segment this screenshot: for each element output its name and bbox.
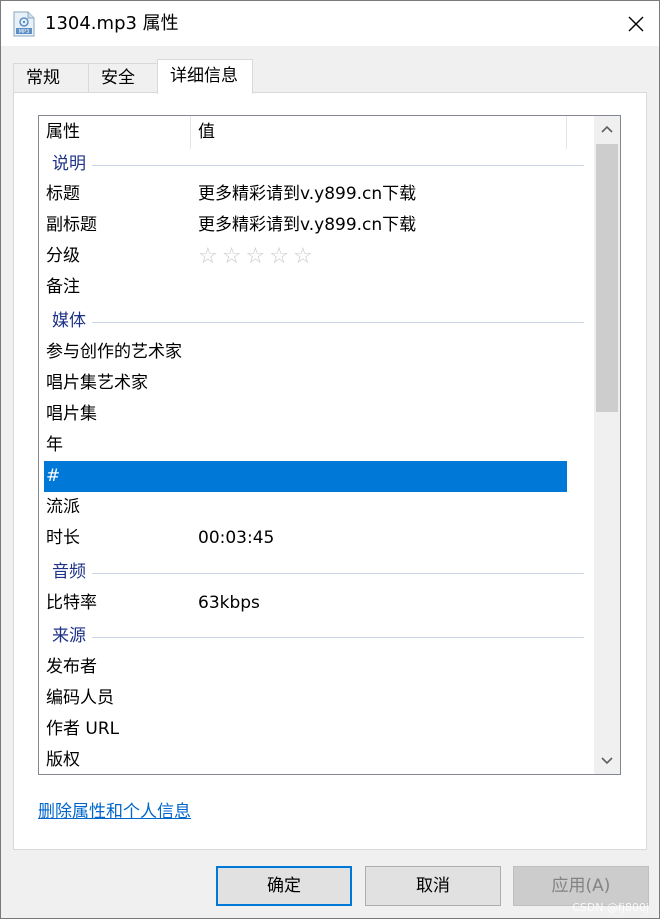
property-value: 00:03:45 [198,528,275,548]
window-title: 1304.mp3 属性 [45,13,179,34]
svg-text:MP3: MP3 [19,29,30,35]
tab-security[interactable]: 安全 [88,63,158,93]
star-icon[interactable]: ☆ [293,241,313,272]
row-author-url[interactable]: 作者 URL [44,714,567,745]
scroll-down-button[interactable] [594,748,620,774]
property-name: 参与创作的艺术家 [46,342,182,362]
star-icon[interactable]: ☆ [245,241,265,272]
group-label: 音频 [52,557,92,588]
row-copyright[interactable]: 版权 [44,745,567,774]
property-name: 备注 [46,277,80,297]
row-publisher[interactable]: 发布者 [44,652,567,683]
property-name: 标题 [46,184,80,204]
group-media[interactable]: 媒体 [44,306,584,337]
remove-properties-link[interactable]: 删除属性和个人信息 [38,797,191,822]
property-name: 分级 [46,246,80,266]
property-name: 年 [46,435,63,455]
group-origin[interactable]: 来源 [44,621,584,652]
chevron-down-icon [601,757,613,765]
row-comments[interactable]: 备注 [44,272,567,303]
rating-stars[interactable]: ☆ ☆ ☆ ☆ ☆ [198,241,313,272]
group-divider [52,637,584,638]
vertical-scrollbar[interactable] [594,116,620,774]
row-rating[interactable]: 分级 ☆ ☆ ☆ ☆ ☆ [44,241,567,272]
property-name: 唱片集 [46,404,97,424]
close-button[interactable] [613,1,659,46]
chevron-up-icon [601,125,613,133]
row-genre[interactable]: 流派 [44,492,567,523]
property-name: 发布者 [46,657,97,677]
row-year[interactable]: 年 [44,430,567,461]
row-title[interactable]: 标题 更多精彩请到v.y899.cn下载 [44,179,567,210]
row-length[interactable]: 时长 00:03:45 [44,523,567,554]
row-encoded-by[interactable]: 编码人员 [44,683,567,714]
group-divider [52,322,584,323]
property-name: 流派 [46,497,80,517]
tab-details[interactable]: 详细信息 [157,59,253,94]
property-value[interactable]: 更多精彩请到v.y899.cn下载 [198,210,416,241]
scroll-up-button[interactable] [594,116,620,142]
cancel-button[interactable]: 取消 [365,866,501,906]
title-bar: MP3 1304.mp3 属性 [1,1,659,46]
star-icon[interactable]: ☆ [222,241,242,272]
star-icon[interactable]: ☆ [269,241,289,272]
mp3-file-icon: MP3 [13,11,35,37]
property-name: # [46,466,61,486]
group-label: 媒体 [52,306,92,337]
column-header-value[interactable]: 值 [192,116,567,149]
row-album-artist[interactable]: 唱片集艺术家 [44,368,567,399]
property-name: 比特率 [46,593,97,613]
property-name: 版权 [46,750,80,770]
list-header: 属性 值 [39,116,594,149]
close-icon [628,16,644,31]
row-contributing-artists[interactable]: 参与创作的艺术家 [44,337,567,368]
group-divider [52,165,584,166]
group-label: 来源 [52,621,92,652]
property-list[interactable]: 属性 值 说明 标题 更多精彩请到v.y899.cn下载 副标题 更多精彩请到v… [38,115,621,775]
group-label: 说明 [52,149,92,180]
row-subtitle[interactable]: 副标题 更多精彩请到v.y899.cn下载 [44,210,567,241]
property-name: 副标题 [46,215,97,235]
star-icon[interactable]: ☆ [198,241,218,272]
group-audio[interactable]: 音频 [44,557,584,588]
watermark-text: CSDN @fj800j [572,901,649,914]
row-album[interactable]: 唱片集 [44,399,567,430]
apply-button[interactable]: 应用(A) [513,866,649,906]
property-value: 63kbps [198,593,260,613]
group-description[interactable]: 说明 [44,149,584,180]
property-value[interactable]: 更多精彩请到v.y899.cn下载 [198,179,416,210]
property-name: 唱片集艺术家 [46,373,148,393]
row-track-number[interactable]: # [44,461,567,492]
properties-dialog: MP3 1304.mp3 属性 常规 安全 详细信息 属性 值 说明 标题 更多… [0,0,660,919]
scroll-thumb[interactable] [596,144,618,412]
property-name: 时长 [46,528,80,548]
ok-button[interactable]: 确定 [216,866,352,906]
group-divider [52,573,584,574]
column-header-property[interactable]: 属性 [39,116,191,149]
row-bitrate[interactable]: 比特率 63kbps [44,588,567,619]
property-name: 作者 URL [46,719,120,739]
tab-general[interactable]: 常规 [13,63,89,93]
tab-strip: 常规 安全 详细信息 [13,59,653,94]
property-name: 编码人员 [46,688,114,708]
